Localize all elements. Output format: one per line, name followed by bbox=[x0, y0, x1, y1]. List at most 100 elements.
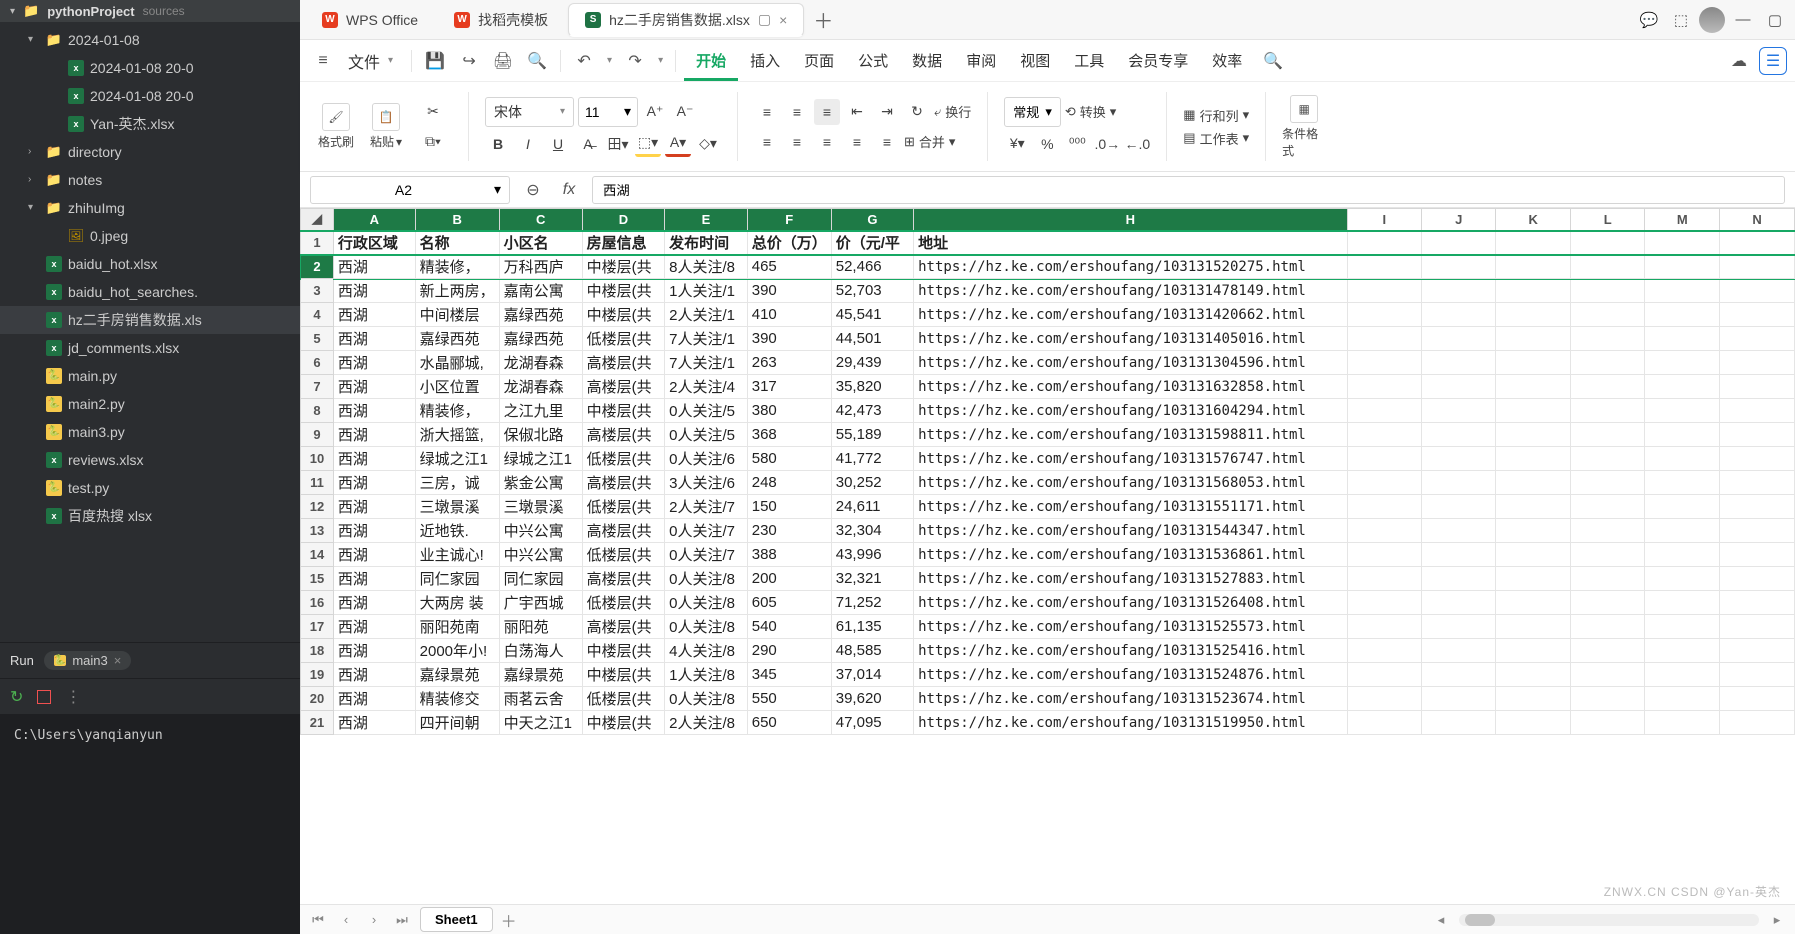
cell[interactable]: https://hz.ke.com/ershoufang/10313152367… bbox=[914, 687, 1347, 711]
cell[interactable] bbox=[1571, 231, 1645, 255]
cell[interactable]: https://hz.ke.com/ershoufang/10313130459… bbox=[914, 351, 1347, 375]
cell[interactable] bbox=[1720, 711, 1795, 735]
cell[interactable]: 高楼层(共 bbox=[582, 567, 664, 591]
cell[interactable]: 7人关注/1 bbox=[665, 351, 748, 375]
convert-button[interactable]: ⟲ 转换▾ bbox=[1065, 102, 1116, 121]
cell[interactable]: 2人关注/8 bbox=[665, 711, 748, 735]
cell[interactable]: 中楼层(共 bbox=[582, 639, 664, 663]
close-icon[interactable]: × bbox=[779, 12, 787, 28]
cell[interactable]: 新上两房， bbox=[415, 279, 499, 303]
row-header[interactable]: 8 bbox=[301, 399, 334, 423]
cell[interactable]: 西湖 bbox=[333, 495, 415, 519]
cell[interactable] bbox=[1571, 399, 1645, 423]
cell[interactable] bbox=[1347, 543, 1421, 567]
share-arrow-icon[interactable]: ↪ bbox=[454, 46, 484, 76]
cell[interactable] bbox=[1422, 447, 1496, 471]
cell[interactable] bbox=[1496, 711, 1571, 735]
cell[interactable]: 高楼层(共 bbox=[582, 615, 664, 639]
cell[interactable]: 465 bbox=[747, 255, 831, 279]
cell[interactable]: 低楼层(共 bbox=[582, 327, 664, 351]
distribute-icon[interactable]: ≡ bbox=[874, 129, 900, 155]
cell[interactable] bbox=[1422, 375, 1496, 399]
cell[interactable]: https://hz.ke.com/ershoufang/10313152788… bbox=[914, 567, 1347, 591]
cell[interactable] bbox=[1571, 255, 1645, 279]
app-tab[interactable]: WWPS Office bbox=[306, 6, 434, 34]
cell[interactable] bbox=[1571, 471, 1645, 495]
cell[interactable] bbox=[1571, 543, 1645, 567]
cell[interactable] bbox=[1496, 255, 1571, 279]
cell[interactable]: 西湖 bbox=[333, 447, 415, 471]
cell[interactable]: 0人关注/8 bbox=[665, 687, 748, 711]
cell[interactable]: 水晶郦城, bbox=[415, 351, 499, 375]
cell[interactable] bbox=[1720, 687, 1795, 711]
cell[interactable]: 41,772 bbox=[831, 447, 913, 471]
cell[interactable] bbox=[1645, 423, 1720, 447]
cell[interactable]: 390 bbox=[747, 279, 831, 303]
cell[interactable]: 中楼层(共 bbox=[582, 711, 664, 735]
column-header[interactable]: K bbox=[1496, 209, 1571, 231]
bold-button[interactable]: B bbox=[485, 131, 511, 157]
cell[interactable]: 低楼层(共 bbox=[582, 591, 664, 615]
tree-item[interactable]: ›📁directory bbox=[0, 138, 300, 166]
cell[interactable] bbox=[1422, 303, 1496, 327]
preview-icon[interactable]: 🔍 bbox=[522, 46, 552, 76]
cell[interactable]: 中楼层(共 bbox=[582, 279, 664, 303]
new-tab-button[interactable]: ＋ bbox=[808, 5, 838, 35]
cell[interactable]: 西湖 bbox=[333, 279, 415, 303]
cell[interactable]: https://hz.ke.com/ershoufang/10313152027… bbox=[914, 255, 1347, 279]
cell[interactable] bbox=[1347, 663, 1421, 687]
column-header[interactable]: B bbox=[415, 209, 499, 231]
align-center-icon[interactable]: ≡ bbox=[784, 129, 810, 155]
cell[interactable]: 业主诚心! bbox=[415, 543, 499, 567]
cell[interactable] bbox=[1496, 687, 1571, 711]
cell[interactable] bbox=[1571, 447, 1645, 471]
cell[interactable]: https://hz.ke.com/ershoufang/10313151995… bbox=[914, 711, 1347, 735]
cell[interactable] bbox=[1720, 471, 1795, 495]
cell[interactable] bbox=[1645, 399, 1720, 423]
cell[interactable] bbox=[1571, 327, 1645, 351]
cell[interactable] bbox=[1347, 279, 1421, 303]
cell[interactable] bbox=[1645, 615, 1720, 639]
cell[interactable] bbox=[1496, 351, 1571, 375]
cell[interactable]: 52,703 bbox=[831, 279, 913, 303]
row-header[interactable]: 14 bbox=[301, 543, 334, 567]
strike-button[interactable]: A̶ bbox=[575, 131, 601, 157]
cell[interactable] bbox=[1422, 255, 1496, 279]
cell[interactable] bbox=[1496, 399, 1571, 423]
cell[interactable]: 43,996 bbox=[831, 543, 913, 567]
row-header[interactable]: 18 bbox=[301, 639, 334, 663]
cell[interactable] bbox=[1347, 231, 1421, 255]
cell[interactable]: 高楼层(共 bbox=[582, 423, 664, 447]
cell[interactable]: 4人关注/8 bbox=[665, 639, 748, 663]
cell[interactable] bbox=[1347, 519, 1421, 543]
column-header[interactable]: L bbox=[1571, 209, 1645, 231]
cell[interactable] bbox=[1422, 687, 1496, 711]
cell[interactable]: 三墩景溪 bbox=[499, 495, 582, 519]
tree-item[interactable]: x2024-01-08 20-0 bbox=[0, 82, 300, 110]
cell[interactable]: 3人关注/6 bbox=[665, 471, 748, 495]
thousand-icon[interactable]: ⁰⁰⁰ bbox=[1064, 131, 1090, 157]
tree-item[interactable]: ›📁notes bbox=[0, 166, 300, 194]
borders-button[interactable]: 田▾ bbox=[605, 131, 631, 157]
cell[interactable]: 白荡海人 bbox=[499, 639, 582, 663]
run-tab[interactable]: 🐍 main3 × bbox=[44, 651, 131, 670]
cell[interactable] bbox=[1571, 375, 1645, 399]
italic-button[interactable]: I bbox=[515, 131, 541, 157]
rerun-icon[interactable]: ↻ bbox=[10, 687, 23, 707]
cell[interactable] bbox=[1347, 399, 1421, 423]
cell[interactable]: 丽阳苑南 bbox=[415, 615, 499, 639]
cell[interactable]: 精装修， bbox=[415, 399, 499, 423]
tree-item[interactable]: ▾📁2024-01-08 bbox=[0, 26, 300, 54]
cell[interactable]: 0人关注/6 bbox=[665, 447, 748, 471]
cell[interactable] bbox=[1422, 543, 1496, 567]
cell[interactable]: 绿城之江1 bbox=[499, 447, 582, 471]
column-header[interactable]: H bbox=[914, 209, 1347, 231]
menu-tab[interactable]: 页面 bbox=[792, 41, 846, 81]
cell[interactable] bbox=[1720, 231, 1795, 255]
cell[interactable]: 650 bbox=[747, 711, 831, 735]
cell[interactable]: 0人关注/7 bbox=[665, 543, 748, 567]
cell[interactable]: 71,252 bbox=[831, 591, 913, 615]
scroll-right-icon[interactable]: ▸ bbox=[1767, 912, 1787, 928]
cell[interactable]: https://hz.ke.com/ershoufang/10313152557… bbox=[914, 615, 1347, 639]
cell[interactable]: 61,135 bbox=[831, 615, 913, 639]
